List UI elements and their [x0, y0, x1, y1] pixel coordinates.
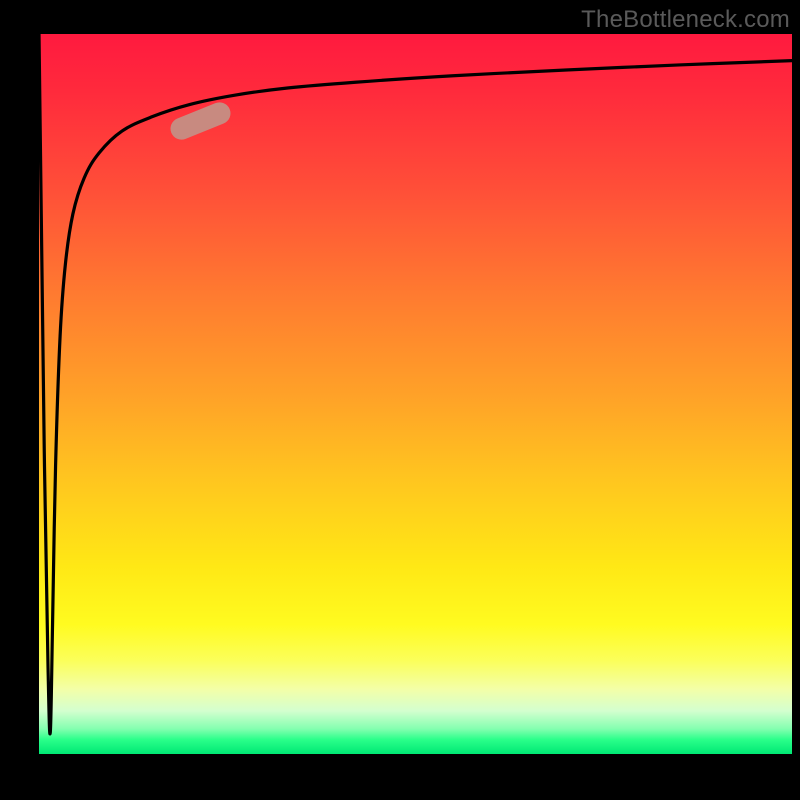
chart-plot-area	[39, 34, 792, 754]
curve-layer	[39, 34, 792, 754]
watermark-text: TheBottleneck.com	[581, 6, 790, 34]
bottleneck-curve	[39, 34, 792, 734]
